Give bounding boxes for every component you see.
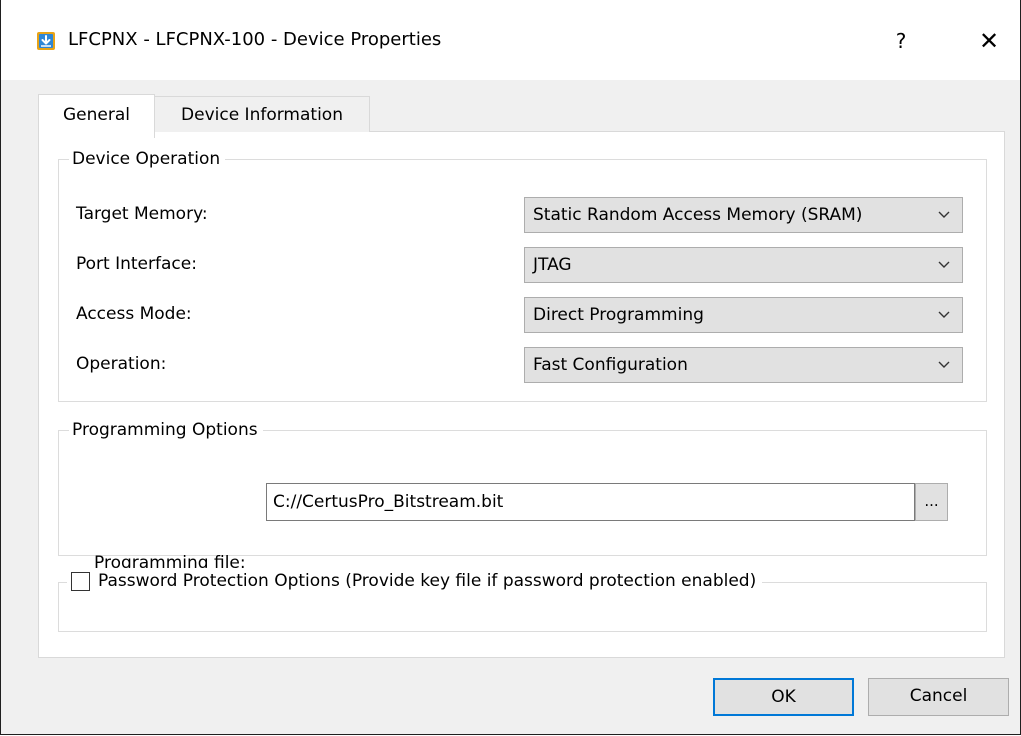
chevron-down-icon bbox=[938, 311, 950, 318]
tab-general[interactable]: General bbox=[38, 94, 155, 138]
programming-options-group: Programming Options Programming file: C:… bbox=[58, 418, 987, 573]
chevron-down-icon bbox=[938, 261, 950, 268]
tab-device-information[interactable]: Device Information bbox=[155, 96, 370, 132]
port-interface-value: JTAG bbox=[533, 255, 572, 275]
programming-file-input[interactable]: C://CertusPro_Bitstream.bit bbox=[266, 483, 915, 521]
ok-button[interactable]: OK bbox=[713, 678, 854, 716]
programming-options-title: Programming Options bbox=[69, 418, 263, 442]
close-button[interactable]: ✕ bbox=[969, 24, 1009, 58]
target-memory-select[interactable]: Static Random Access Memory (SRAM) bbox=[524, 197, 963, 233]
operation-select[interactable]: Fast Configuration bbox=[524, 347, 963, 383]
port-interface-label: Port Interface: bbox=[76, 254, 197, 274]
title-bar: LFCPNX - LFCPNX-100 - Device Properties … bbox=[1, 0, 1020, 80]
port-interface-select[interactable]: JTAG bbox=[524, 247, 963, 283]
chevron-down-icon bbox=[938, 361, 950, 368]
device-operation-title: Device Operation bbox=[69, 147, 226, 171]
device-properties-dialog: LFCPNX - LFCPNX-100 - Device Properties … bbox=[0, 0, 1021, 735]
access-mode-value: Direct Programming bbox=[533, 305, 704, 325]
device-operation-group: Device Operation Target Memory: Static R… bbox=[58, 147, 987, 402]
target-memory-value: Static Random Access Memory (SRAM) bbox=[533, 205, 863, 225]
access-mode-label: Access Mode: bbox=[76, 304, 192, 324]
help-button[interactable]: ? bbox=[881, 24, 921, 58]
password-protection-label: Password Protection Options (Provide key… bbox=[98, 571, 757, 591]
operation-value: Fast Configuration bbox=[533, 355, 688, 375]
password-protection-checkbox[interactable] bbox=[71, 571, 90, 591]
close-icon: ✕ bbox=[978, 27, 1000, 55]
password-protection-group: Password Protection Options (Provide key… bbox=[58, 568, 987, 632]
operation-label: Operation: bbox=[76, 354, 167, 374]
cancel-button[interactable]: Cancel bbox=[868, 678, 1009, 716]
target-memory-label: Target Memory: bbox=[76, 204, 208, 224]
general-tab-panel: Device Operation Target Memory: Static R… bbox=[38, 131, 1005, 658]
access-mode-select[interactable]: Direct Programming bbox=[524, 297, 963, 333]
window-title: LFCPNX - LFCPNX-100 - Device Properties bbox=[68, 29, 442, 50]
app-chip-icon bbox=[37, 32, 55, 50]
browse-file-button[interactable]: ... bbox=[915, 483, 948, 521]
chevron-down-icon bbox=[938, 211, 950, 218]
password-protection-toggle[interactable]: Password Protection Options (Provide key… bbox=[67, 568, 763, 594]
